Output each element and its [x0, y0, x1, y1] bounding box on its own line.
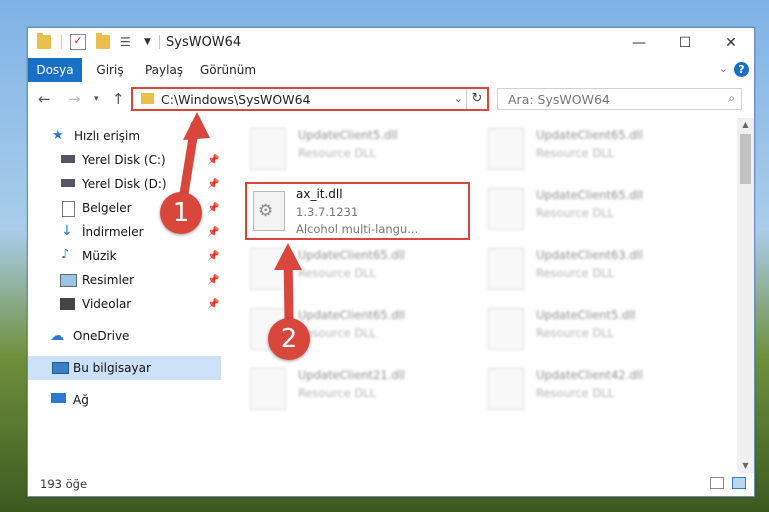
annotation-arrows — [178, 112, 302, 325]
arrow-2-head — [274, 243, 302, 270]
arrow-1-head — [183, 112, 210, 140]
step-badge-1: 1 — [160, 192, 202, 234]
step-badge-2: 2 — [268, 318, 310, 360]
